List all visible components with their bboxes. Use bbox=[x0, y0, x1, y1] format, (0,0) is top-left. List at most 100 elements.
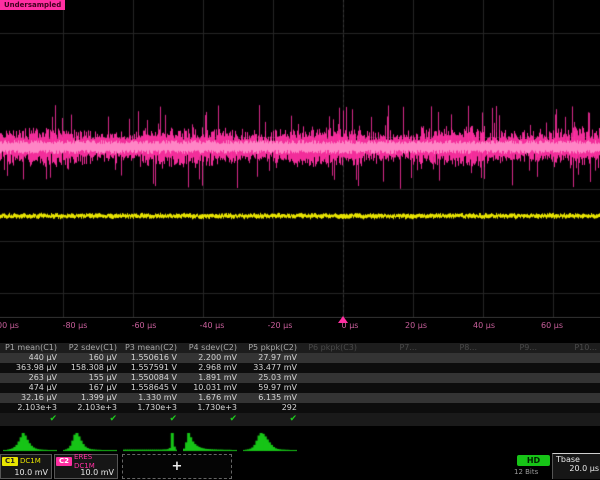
c1-badge: C1 bbox=[2, 457, 18, 466]
measure-value bbox=[300, 383, 360, 393]
measure-header[interactable]: P1 mean(C1) bbox=[0, 343, 60, 353]
measure-value bbox=[540, 393, 600, 403]
timebase-label: Tbase bbox=[553, 454, 600, 464]
measure-value bbox=[300, 353, 360, 363]
measure-value: 32.16 µV bbox=[0, 393, 60, 403]
histicon-p2[interactable] bbox=[63, 431, 117, 452]
channel-descriptor-c1[interactable]: C1 DC1M 10.0 mV bbox=[0, 454, 52, 479]
trace-warning-badge: Undersampled bbox=[0, 0, 65, 10]
measure-value: 1.550616 V bbox=[120, 353, 180, 363]
measure-value bbox=[360, 353, 420, 363]
measure-value: 363.98 µV bbox=[0, 363, 60, 373]
timebase-descriptor[interactable]: Tbase 20.0 µs bbox=[552, 453, 600, 479]
measure-value: 263 µV bbox=[0, 373, 60, 383]
measure-header[interactable]: P8... bbox=[420, 343, 480, 353]
measure-value: 1.730e+3 bbox=[120, 403, 180, 413]
measure-value: 2.103e+3 bbox=[0, 403, 60, 413]
add-trace-button[interactable]: + bbox=[122, 454, 232, 479]
time-axis-label: -60 µs bbox=[132, 321, 157, 330]
histicon-p3[interactable] bbox=[123, 431, 177, 452]
time-axis-label: 40 µs bbox=[473, 321, 495, 330]
measure-value: 2.200 mV bbox=[180, 353, 240, 363]
measurement-table: P1 mean(C1)P2 sdev(C1)P3 mean(C2)P4 sdev… bbox=[0, 343, 600, 426]
measure-value: 27.97 mV bbox=[240, 353, 300, 363]
measure-value bbox=[540, 353, 600, 363]
measure-value: 292 bbox=[240, 403, 300, 413]
measure-value bbox=[300, 373, 360, 383]
time-axis-label: -20 µs bbox=[268, 321, 293, 330]
measure-status-check bbox=[480, 413, 540, 426]
measure-value: 59.97 mV bbox=[240, 383, 300, 393]
measure-value: 155 µV bbox=[60, 373, 120, 383]
timebase-value: 20.0 µs bbox=[553, 464, 600, 473]
time-axis: -100 µs-80 µs-60 µs-40 µs-20 µs0 µs20 µs… bbox=[0, 318, 600, 334]
measure-value: 1.558645 V bbox=[120, 383, 180, 393]
measure-header[interactable]: P7... bbox=[360, 343, 420, 353]
measure-header[interactable]: P2 sdev(C1) bbox=[60, 343, 120, 353]
measure-status-check bbox=[360, 413, 420, 426]
measure-value bbox=[480, 363, 540, 373]
measure-value bbox=[420, 353, 480, 363]
measure-value: 167 µV bbox=[60, 383, 120, 393]
hd-mode-badge[interactable]: HD bbox=[517, 455, 550, 466]
measure-value bbox=[540, 383, 600, 393]
measure-value: 1.676 mV bbox=[180, 393, 240, 403]
measure-value bbox=[540, 373, 600, 383]
measure-value: 6.135 mV bbox=[240, 393, 300, 403]
measure-value bbox=[300, 393, 360, 403]
measure-value bbox=[300, 363, 360, 373]
descriptor-strip: C1 DC1M 10.0 mV C2 ERES DC1M 10.0 mV + H… bbox=[0, 453, 600, 480]
oscilloscope-screen: Undersampled -100 µs-80 µs-60 µs-40 µs-2… bbox=[0, 0, 600, 480]
measure-value bbox=[360, 393, 420, 403]
measure-value bbox=[360, 363, 420, 373]
measure-status-check: ✔ bbox=[120, 413, 180, 426]
measure-value bbox=[420, 393, 480, 403]
measure-status-check bbox=[540, 413, 600, 426]
histicon-p5[interactable] bbox=[243, 431, 297, 452]
time-axis-label: -40 µs bbox=[200, 321, 225, 330]
waveform-display[interactable] bbox=[0, 0, 600, 318]
measure-header[interactable]: P10... bbox=[540, 343, 600, 353]
measure-value: 1.557591 V bbox=[120, 363, 180, 373]
measure-value: 2.968 mV bbox=[180, 363, 240, 373]
hd-bits-label: 12 Bits bbox=[514, 468, 538, 476]
measure-value bbox=[420, 383, 480, 393]
measure-status-check bbox=[420, 413, 480, 426]
measure-value bbox=[480, 393, 540, 403]
measure-value bbox=[360, 403, 420, 413]
c1-scale-value: 10.0 mV bbox=[1, 467, 51, 479]
measure-header[interactable]: P4 sdev(C2) bbox=[180, 343, 240, 353]
measure-header[interactable]: P5 pkpk(C2) bbox=[240, 343, 300, 353]
measure-value: 160 µV bbox=[60, 353, 120, 363]
measure-value: 158.308 µV bbox=[60, 363, 120, 373]
channel-descriptor-c2[interactable]: C2 ERES DC1M 10.0 mV bbox=[54, 454, 118, 479]
measure-status-check: ✔ bbox=[180, 413, 240, 426]
measure-header[interactable]: P3 mean(C2) bbox=[120, 343, 180, 353]
measure-value bbox=[420, 403, 480, 413]
c2-badge: C2 bbox=[56, 457, 72, 466]
measure-value: 10.031 mV bbox=[180, 383, 240, 393]
measure-header[interactable]: P9... bbox=[480, 343, 540, 353]
measure-value bbox=[360, 373, 420, 383]
measure-value: 1.730e+3 bbox=[180, 403, 240, 413]
histicon-p4[interactable] bbox=[183, 431, 237, 452]
measure-value bbox=[540, 403, 600, 413]
measure-value: 1.550084 V bbox=[120, 373, 180, 383]
measure-value bbox=[480, 403, 540, 413]
measure-value: 2.103e+3 bbox=[60, 403, 120, 413]
time-axis-label: 60 µs bbox=[541, 321, 563, 330]
histicon-p1[interactable] bbox=[3, 431, 57, 452]
measure-value: 1.891 mV bbox=[180, 373, 240, 383]
measure-value: 1.399 µV bbox=[60, 393, 120, 403]
c2-scale-value: 10.0 mV bbox=[55, 467, 117, 479]
measure-header[interactable]: P6 pkpk(C3) bbox=[300, 343, 360, 353]
time-axis-label: -80 µs bbox=[63, 321, 88, 330]
measure-value bbox=[480, 383, 540, 393]
measure-value: 33.477 mV bbox=[240, 363, 300, 373]
trigger-delay-marker[interactable] bbox=[338, 316, 348, 323]
measure-value bbox=[300, 403, 360, 413]
measure-value bbox=[420, 363, 480, 373]
measure-value: 1.330 mV bbox=[120, 393, 180, 403]
measure-status-check: ✔ bbox=[60, 413, 120, 426]
measure-status-check bbox=[300, 413, 360, 426]
